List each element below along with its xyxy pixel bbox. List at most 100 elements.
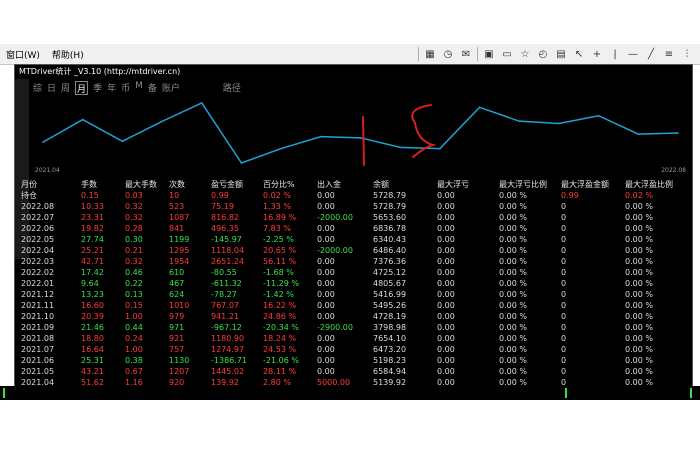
period-tab[interactable]: 账户 [162,81,180,95]
history-icon[interactable]: ◴ [536,47,550,61]
period-tab[interactable]: 备 [148,81,157,95]
table-cell: 0.00 % [499,356,527,365]
table-cell: 0.00 % [499,367,527,376]
period-tab[interactable]: 日 [47,81,56,95]
table-cell: 2651.24 [211,257,245,266]
balance-point [161,120,163,123]
stats-table: 月份 手数 最大手数 次数 盈亏金额 百分比% 出入金 余额 最大浮亏 最大浮亏比例 最大浮盈金额最… [19,179,691,400]
column-header[interactable]: 最大浮亏比例 [497,179,559,190]
table-cell: -20.34 % [263,323,299,332]
period-tab[interactable]: M [135,81,143,95]
table-cell: 0 [561,334,567,343]
table-cell: 467 [169,279,185,288]
table-cell: -2900.00 [317,323,353,332]
table-cell: -145.97 [211,235,242,244]
menu-window[interactable]: 窗口(W) [0,48,46,61]
folder-icon[interactable]: ▭ [500,47,514,61]
column-header[interactable]: 手数 [79,179,123,190]
table-cell: 20.39 [81,312,104,321]
table-row[interactable]: 2021.05 43.21 0.67 1207 1445.02 28.11 % 0.00 65… [19,366,691,377]
table-cell: 0.00 [317,356,335,365]
table-cell: 1130 [169,356,190,365]
table-cell: -611.32 [211,279,242,288]
table-row[interactable]: 2021.08 18.80 0.24 921 1180.90 18.24 % 0.00 765… [19,333,691,344]
table-cell: 0.00 [317,312,335,321]
period-tab[interactable]: 综 [33,81,42,95]
table-cell: 0 [561,235,567,244]
path-button[interactable]: 路径 [223,81,241,95]
column-header[interactable]: 最大浮亏 [435,179,497,190]
chart-icon[interactable]: ▦ [423,47,437,61]
table-cell: 25.31 [81,356,104,365]
table-row[interactable]: 2021.10 20.39 1.00 979 941.21 24.86 % 0.00 4728… [19,311,691,322]
table-row[interactable]: 2021.06 25.31 0.38 1130 -1386.71 -21.06 % 0.00… [19,355,691,366]
vertical-line-icon[interactable]: | [608,47,622,61]
table-cell: 2021.06 [21,356,55,365]
fibonacci-icon[interactable]: ⫶ [680,47,694,61]
mail-icon[interactable]: ✉ [459,47,473,61]
table-cell: 0.46 [125,268,143,277]
table-row[interactable]: 2022.03 42.71 0.32 1954 2651.24 56.11 % 0.00 73… [19,256,691,267]
table-row[interactable]: 2021.11 16.60 0.15 1010 767.07 16.22 % 0.00 549… [19,300,691,311]
table-cell: 0.00 [317,235,335,244]
table-cell: 0.03 [125,191,143,200]
table-row[interactable]: 2021.09 21.46 0.44 971 -967.12 -20.34 % -2900.… [19,322,691,333]
table-cell: 7376.36 [373,257,407,266]
column-header[interactable]: 出入金 [315,179,371,190]
table-row[interactable]: 2022.02 17.42 0.46 610 -80.55 -1.68 % 0.00 4725… [19,267,691,278]
table-cell: 0 [561,202,567,211]
table-row[interactable]: 2022.08 10.33 0.32 523 75.19 1.33 % 0.00 5728.7… [19,201,691,212]
table-cell: 1118.04 [211,246,245,255]
column-header[interactable]: 最大浮盈金额 [559,179,623,190]
period-tab[interactable]: 年 [107,81,116,95]
crosshair-icon[interactable]: + [590,47,604,61]
table-cell: 18.24 % [263,334,297,343]
table-row[interactable]: 2022.07 23.31 0.32 1087 816.82 16.89 % -2000.0… [19,212,691,223]
table-cell: 816.82 [211,213,239,222]
table-cell: 0 [561,268,567,277]
table-cell: 0.00 [437,323,455,332]
column-header[interactable]: 次数 [167,179,209,190]
period-tab[interactable]: 周 [61,81,70,95]
table-cell: 0.00 % [625,323,653,332]
table-cell: 941.21 [211,312,239,321]
table-row[interactable]: 2022.01 9.64 0.22 467 -611.32 -11.29 % 0.00 480… [19,278,691,289]
table-row[interactable]: 2022.06 19.82 0.28 841 496.35 7.83 % 0.00 6836.… [19,223,691,234]
period-tab[interactable]: 币 [121,81,130,95]
balance-line [42,102,679,164]
trendline-icon[interactable]: ╱ [644,47,658,61]
star-icon[interactable]: ☆ [518,47,532,61]
table-cell: 0 [561,323,567,332]
table-row[interactable]: 2022.04 25.21 0.21 1295 1118.04 20.65 % -2000.… [19,245,691,256]
table-row[interactable]: 2021.07 16.64 1.00 757 1274.97 24.53 % 0.00 647… [19,344,691,355]
grid-icon[interactable]: ▤ [554,47,568,61]
channel-icon[interactable]: ≡ [662,47,676,61]
column-header[interactable]: 月份 [19,179,79,190]
table-row[interactable]: 2021.12 13.23 0.13 624 -78.27 -1.42 % 0.00 5416… [19,289,691,300]
table-cell: -1.42 % [263,290,294,299]
new-order-icon[interactable]: ▣ [482,47,496,61]
table-row[interactable]: 2022.05 27.74 0.30 1199 -145.97 -2.25 % 0.00 63… [19,234,691,245]
table-cell: 0.00 % [499,213,527,222]
table-row[interactable]: 持仓 0.15 0.03 10 0.99 0.02 % 0.00 5728.79 0.00 0.0… [19,190,691,201]
column-header[interactable]: 百分比% [261,179,315,190]
table-cell: 10.33 [81,202,104,211]
green-marker [3,388,5,398]
table-cell: 0.00 [437,334,455,343]
menu-help[interactable]: 帮助(H) [46,48,90,61]
toolbar: ▦ ◷ ✉ ▣ ▭ ☆ ◴ ▤ ↖ + | — ╱ ≡ ⫶ [418,47,700,61]
period-icon[interactable]: ◷ [441,47,455,61]
table-cell: 0 [561,279,567,288]
period-tabs: 综日周月季年币 M 备账户 路径 [33,81,241,95]
column-header[interactable]: 最大浮盈比例 [623,179,691,190]
horizontal-line-icon[interactable]: — [626,47,640,61]
balance-point [42,141,44,143]
table-cell: 2021.09 [21,323,55,332]
column-header[interactable]: 最大手数 [123,179,167,190]
period-tab[interactable]: 月 [75,81,89,95]
column-header[interactable]: 余额 [371,179,435,190]
column-header[interactable]: 盈亏金额 [209,179,261,190]
balance-point [558,122,560,125]
cursor-icon[interactable]: ↖ [572,47,586,61]
period-tab[interactable]: 季 [93,81,102,95]
